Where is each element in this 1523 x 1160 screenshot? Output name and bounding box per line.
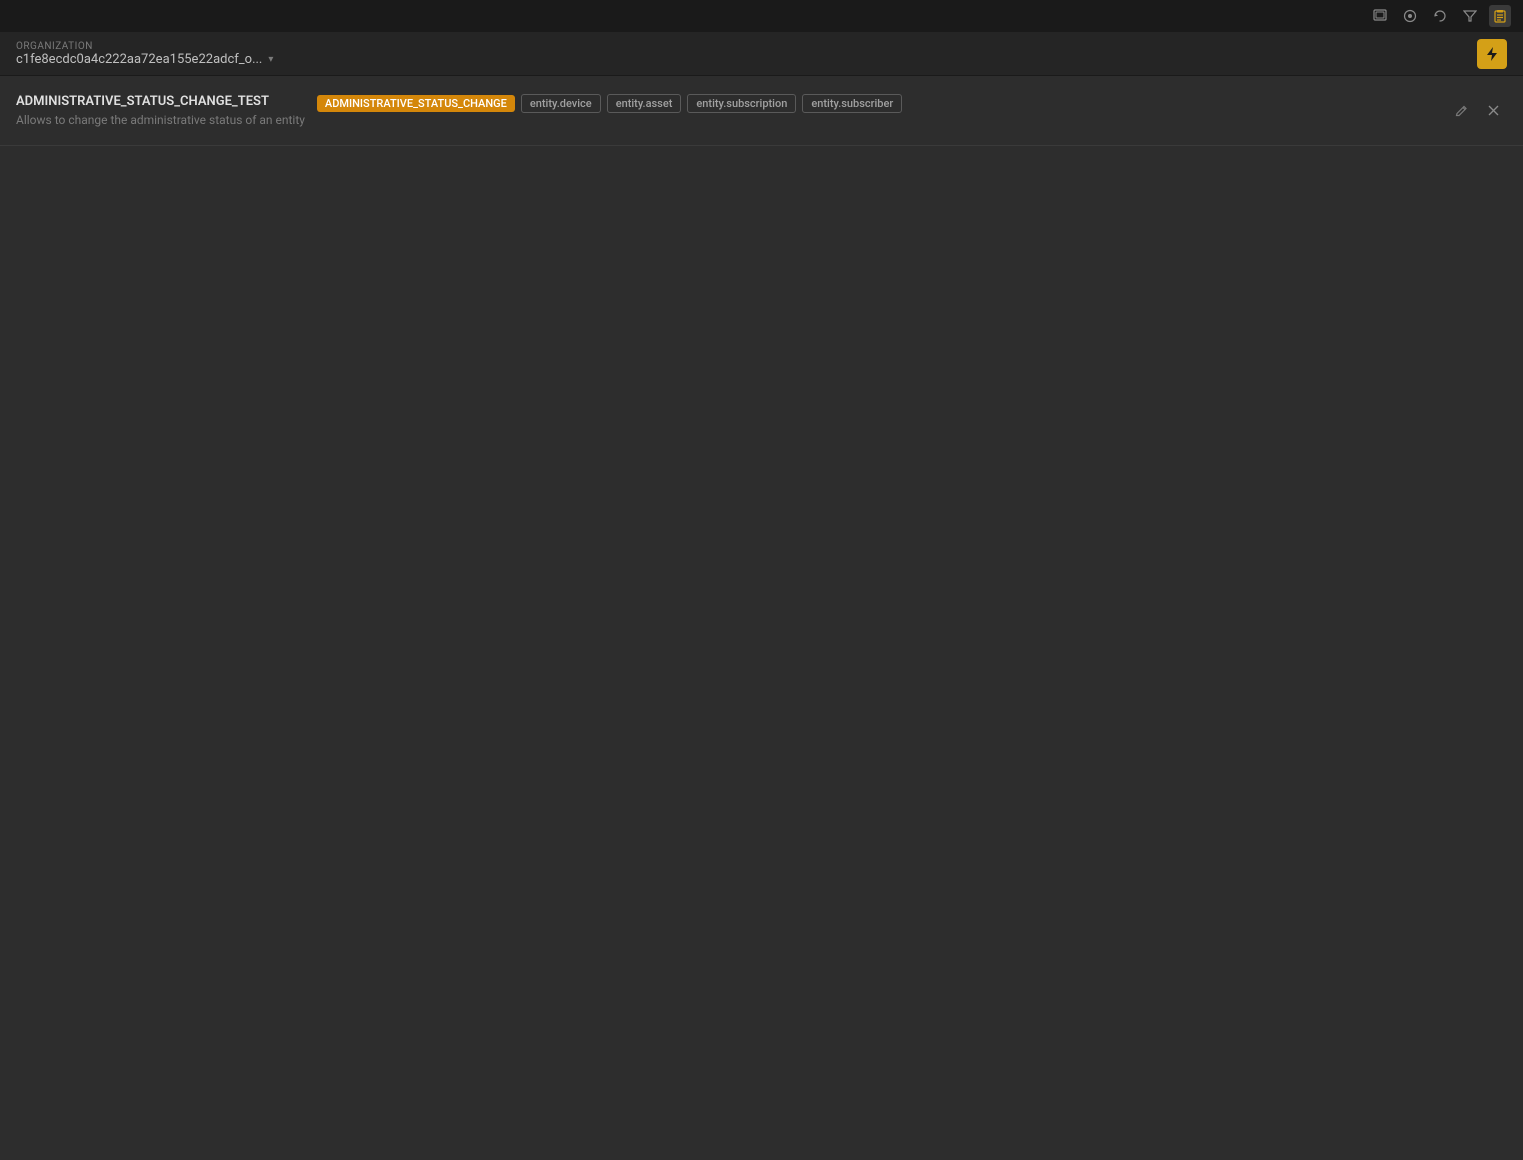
org-value-row: c1fe8ecdc0a4c222aa72ea155e22adcf_o... ▾	[16, 52, 273, 67]
rule-inner: ADMINISTRATIVE_STATUS_CHANGE_TEST Allows…	[16, 94, 1437, 127]
close-button[interactable]	[1479, 97, 1507, 125]
org-label: Organization	[16, 41, 273, 52]
clipboard-icon[interactable]	[1489, 5, 1511, 27]
rule-row: ADMINISTRATIVE_STATUS_CHANGE_TEST Allows…	[0, 76, 1523, 146]
edit-button[interactable]	[1447, 97, 1475, 125]
tag-entity-asset: entity.asset	[607, 94, 682, 113]
rule-name-block: ADMINISTRATIVE_STATUS_CHANGE_TEST Allows…	[16, 94, 305, 127]
org-bar: Organization c1fe8ecdc0a4c222aa72ea155e2…	[0, 32, 1523, 76]
type-badge: ADMINISTRATIVE_STATUS_CHANGE	[317, 95, 515, 112]
top-bar	[0, 0, 1523, 32]
row-actions	[1447, 97, 1507, 125]
tag-entity-subscriber: entity.subscriber	[802, 94, 902, 113]
share-icon[interactable]	[1369, 5, 1391, 27]
rule-description: Allows to change the administrative stat…	[16, 113, 305, 127]
rule-name: ADMINISTRATIVE_STATUS_CHANGE_TEST	[16, 94, 305, 109]
rule-content: ADMINISTRATIVE_STATUS_CHANGE_TEST Allows…	[16, 94, 305, 127]
org-value: c1fe8ecdc0a4c222aa72ea155e22adcf_o...	[16, 52, 262, 67]
badges-row: ADMINISTRATIVE_STATUS_CHANGE entity.devi…	[317, 94, 902, 113]
comment-icon[interactable]	[1399, 5, 1421, 27]
refresh-icon[interactable]	[1429, 5, 1451, 27]
org-selector[interactable]: Organization c1fe8ecdc0a4c222aa72ea155e2…	[16, 41, 273, 67]
main-content: ADMINISTRATIVE_STATUS_CHANGE_TEST Allows…	[0, 76, 1523, 1160]
tag-entity-device: entity.device	[521, 94, 601, 113]
chevron-down-icon: ▾	[268, 54, 273, 65]
lightning-icon[interactable]	[1477, 39, 1507, 69]
tag-entity-subscription: entity.subscription	[687, 94, 796, 113]
filter-icon[interactable]	[1459, 5, 1481, 27]
